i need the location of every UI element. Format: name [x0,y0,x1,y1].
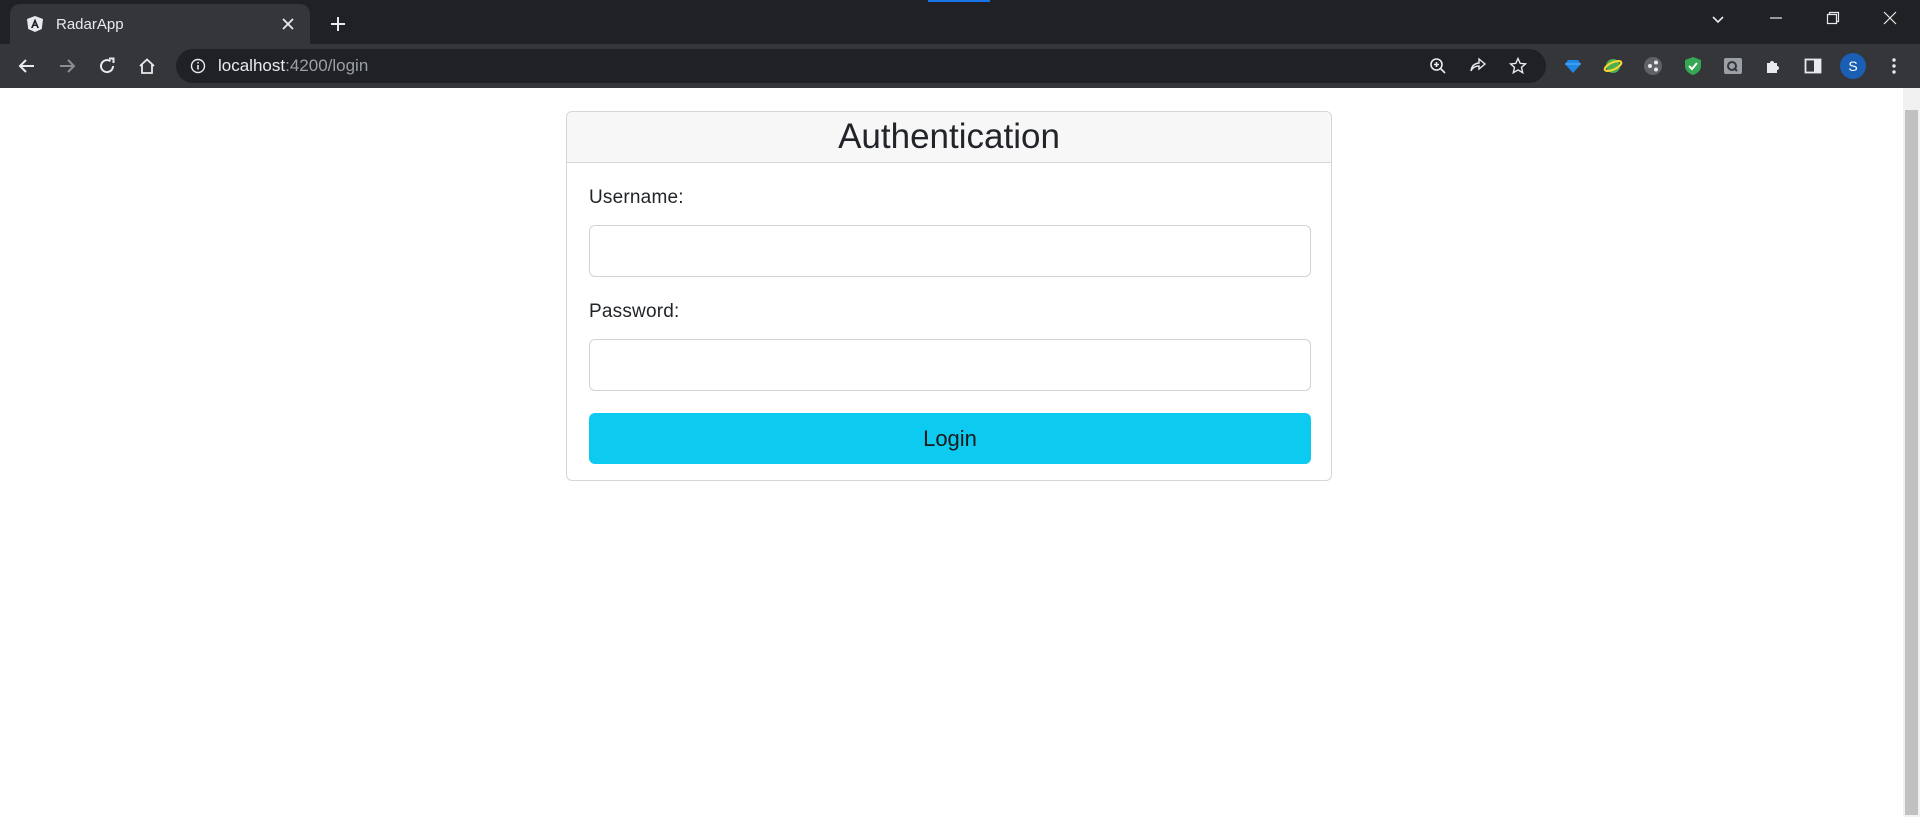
back-icon[interactable] [11,50,43,82]
puzzle-icon[interactable] [1761,54,1785,78]
restore-icon[interactable] [1805,0,1861,36]
reload-icon[interactable] [91,50,123,82]
forward-icon[interactable] [51,50,83,82]
side-panel-icon[interactable] [1801,54,1825,78]
scrollbar-thumb[interactable] [1905,110,1918,815]
star-icon[interactable] [1506,54,1530,78]
tab-strip: RadarApp [0,0,1920,44]
share-icon[interactable] [1466,54,1490,78]
close-icon[interactable] [274,10,302,38]
password-input[interactable] [589,339,1311,391]
network-extension-icon[interactable] [1641,54,1665,78]
scrollbar[interactable] [1903,88,1920,817]
card-body: Username: Password: Login [567,187,1331,464]
tab-title: RadarApp [56,15,124,33]
login-button[interactable]: Login [589,413,1311,464]
accent-strip [928,0,990,2]
minimize-icon[interactable] [1748,0,1804,36]
username-label: Username: [589,187,684,208]
chevron-down-icon[interactable] [1702,4,1734,36]
close-window-icon[interactable] [1862,0,1918,36]
url-text: localhost:4200/login [218,56,369,75]
address-bar[interactable]: localhost:4200/login [176,49,1546,83]
home-icon[interactable] [131,50,163,82]
more-menu-icon[interactable] [1882,54,1906,78]
angular-icon [26,15,44,33]
gem-extension-icon[interactable] [1561,54,1585,78]
info-icon[interactable] [188,56,208,76]
avatar[interactable]: S [1840,53,1866,79]
page-title: Authentication [838,117,1060,156]
globe-extension-icon[interactable] [1601,54,1625,78]
zoom-icon[interactable] [1426,54,1450,78]
tab-radarapp[interactable]: RadarApp [10,4,310,44]
shield-icon[interactable] [1681,54,1705,78]
username-input[interactable] [589,225,1311,277]
new-tab-button[interactable] [322,8,354,40]
password-label: Password: [589,301,680,322]
page-viewport: Authentication Username: Password: Login [0,88,1920,817]
auth-card: Authentication Username: Password: Login [566,111,1332,481]
card-header: Authentication [567,112,1331,163]
qr-extension-icon[interactable] [1721,54,1745,78]
